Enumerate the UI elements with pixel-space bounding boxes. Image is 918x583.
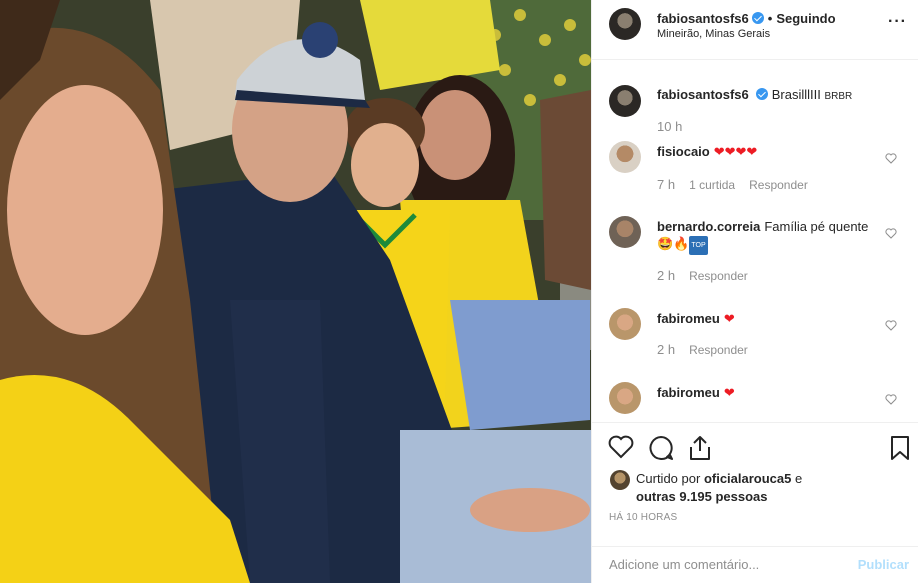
caption-text: BrasilllIII xyxy=(771,87,821,102)
author-avatar[interactable] xyxy=(609,8,641,40)
commenter-avatar[interactable] xyxy=(609,382,641,414)
share-icon[interactable] xyxy=(688,435,712,461)
comment-username[interactable]: bernardo.correia xyxy=(657,219,760,234)
liked-by-prefix: Curtido por xyxy=(636,471,701,486)
caption-time[interactable]: 10 h xyxy=(657,119,682,134)
separator-dot: • xyxy=(767,11,773,26)
like-comment-heart-icon[interactable] xyxy=(885,320,897,331)
comment-body: bernardo.correia Família pé quente 🤩🔥 TOP xyxy=(657,218,879,255)
bookmark-icon[interactable] xyxy=(890,435,910,461)
like-comment-heart-icon[interactable] xyxy=(885,153,897,164)
caption-body: fabiosantosfs6 BrasilllIII BRBR xyxy=(657,86,879,105)
reply-button[interactable]: Responder xyxy=(689,269,748,283)
comment-time[interactable]: 2 h xyxy=(657,268,675,283)
comment-body: fabiromeu ❤ xyxy=(657,310,879,327)
comment-meta: 2 h Responder xyxy=(657,342,762,357)
commenter-avatar[interactable] xyxy=(609,141,641,173)
top-badge-icon: TOP xyxy=(689,236,708,255)
verified-badge-icon xyxy=(751,12,764,24)
photo-illustration xyxy=(0,0,591,583)
verified-badge-icon xyxy=(755,88,768,100)
post-side-panel: fabiosantosfs6 • Seguindo Mineirão, Minas … xyxy=(591,0,918,583)
comment-username[interactable]: fabiromeu xyxy=(657,385,720,400)
caption-meta: 10 h xyxy=(657,119,696,134)
comment-emojis: 🤩🔥 xyxy=(657,236,690,251)
comment-body: fabiromeu ❤ xyxy=(657,384,879,401)
comment-like-count[interactable]: 1 curtida xyxy=(689,178,735,192)
commenter-avatar[interactable] xyxy=(609,216,641,248)
comments-list[interactable]: fabiosantosfs6 BrasilllIII BRBR 10 h fisi… xyxy=(592,61,918,422)
like-heart-icon[interactable] xyxy=(608,435,634,459)
liked-by-others[interactable]: outras 9.195 pessoas xyxy=(636,489,768,504)
caption-author-avatar[interactable] xyxy=(609,85,641,117)
comment-time[interactable]: 7 h xyxy=(657,177,675,192)
caption-flags: BRBR xyxy=(824,91,853,102)
liker-avatar[interactable] xyxy=(610,470,630,490)
author-username-line: fabiosantosfs6 • Seguindo xyxy=(657,11,836,26)
comment-meta: 7 h 1 curtida Responder xyxy=(657,177,822,192)
like-comment-heart-icon[interactable] xyxy=(885,228,897,239)
comment-username[interactable]: fisiocaio xyxy=(657,144,710,159)
comment-meta: 2 h Responder xyxy=(657,268,762,283)
post-timestamp[interactable]: HÁ 10 HORAS xyxy=(609,512,677,523)
liked-by-text: Curtido por oficialarouca5 e outras 9.19… xyxy=(636,470,802,506)
following-button[interactable]: Seguindo xyxy=(776,11,835,26)
post-actions: Curtido por oficialarouca5 e outras 9.19… xyxy=(592,422,918,583)
commenter-avatar[interactable] xyxy=(609,308,641,340)
comment-text: Família pé quente xyxy=(764,219,869,234)
comment-bubble-icon[interactable] xyxy=(648,435,674,461)
liked-by-user[interactable]: oficialarouca5 xyxy=(704,471,791,486)
comment-username[interactable]: fabiromeu xyxy=(657,311,720,326)
red-heart-emojis: ❤❤❤❤ xyxy=(713,144,758,159)
more-options-icon[interactable]: ··· xyxy=(888,13,907,31)
comment-body: fisiocaio ❤❤❤❤ xyxy=(657,143,879,160)
post-photo[interactable] xyxy=(0,0,591,583)
add-comment-row: Publicar xyxy=(592,546,918,583)
author-username[interactable]: fabiosantosfs6 xyxy=(657,11,749,26)
caption-username[interactable]: fabiosantosfs6 xyxy=(657,87,749,102)
red-heart-emoji: ❤ xyxy=(723,385,735,400)
post-location[interactable]: Mineirão, Minas Gerais xyxy=(657,28,770,40)
publish-button[interactable]: Publicar xyxy=(858,557,909,572)
reply-button[interactable]: Responder xyxy=(749,178,808,192)
reply-button[interactable]: Responder xyxy=(689,343,748,357)
comment-time[interactable]: 2 h xyxy=(657,342,675,357)
like-comment-heart-icon[interactable] xyxy=(885,394,897,405)
liked-by-and: e xyxy=(795,471,803,486)
red-heart-emoji: ❤ xyxy=(723,311,735,326)
add-comment-input[interactable] xyxy=(609,557,829,572)
post-header: fabiosantosfs6 • Seguindo Mineirão, Minas … xyxy=(592,0,918,60)
